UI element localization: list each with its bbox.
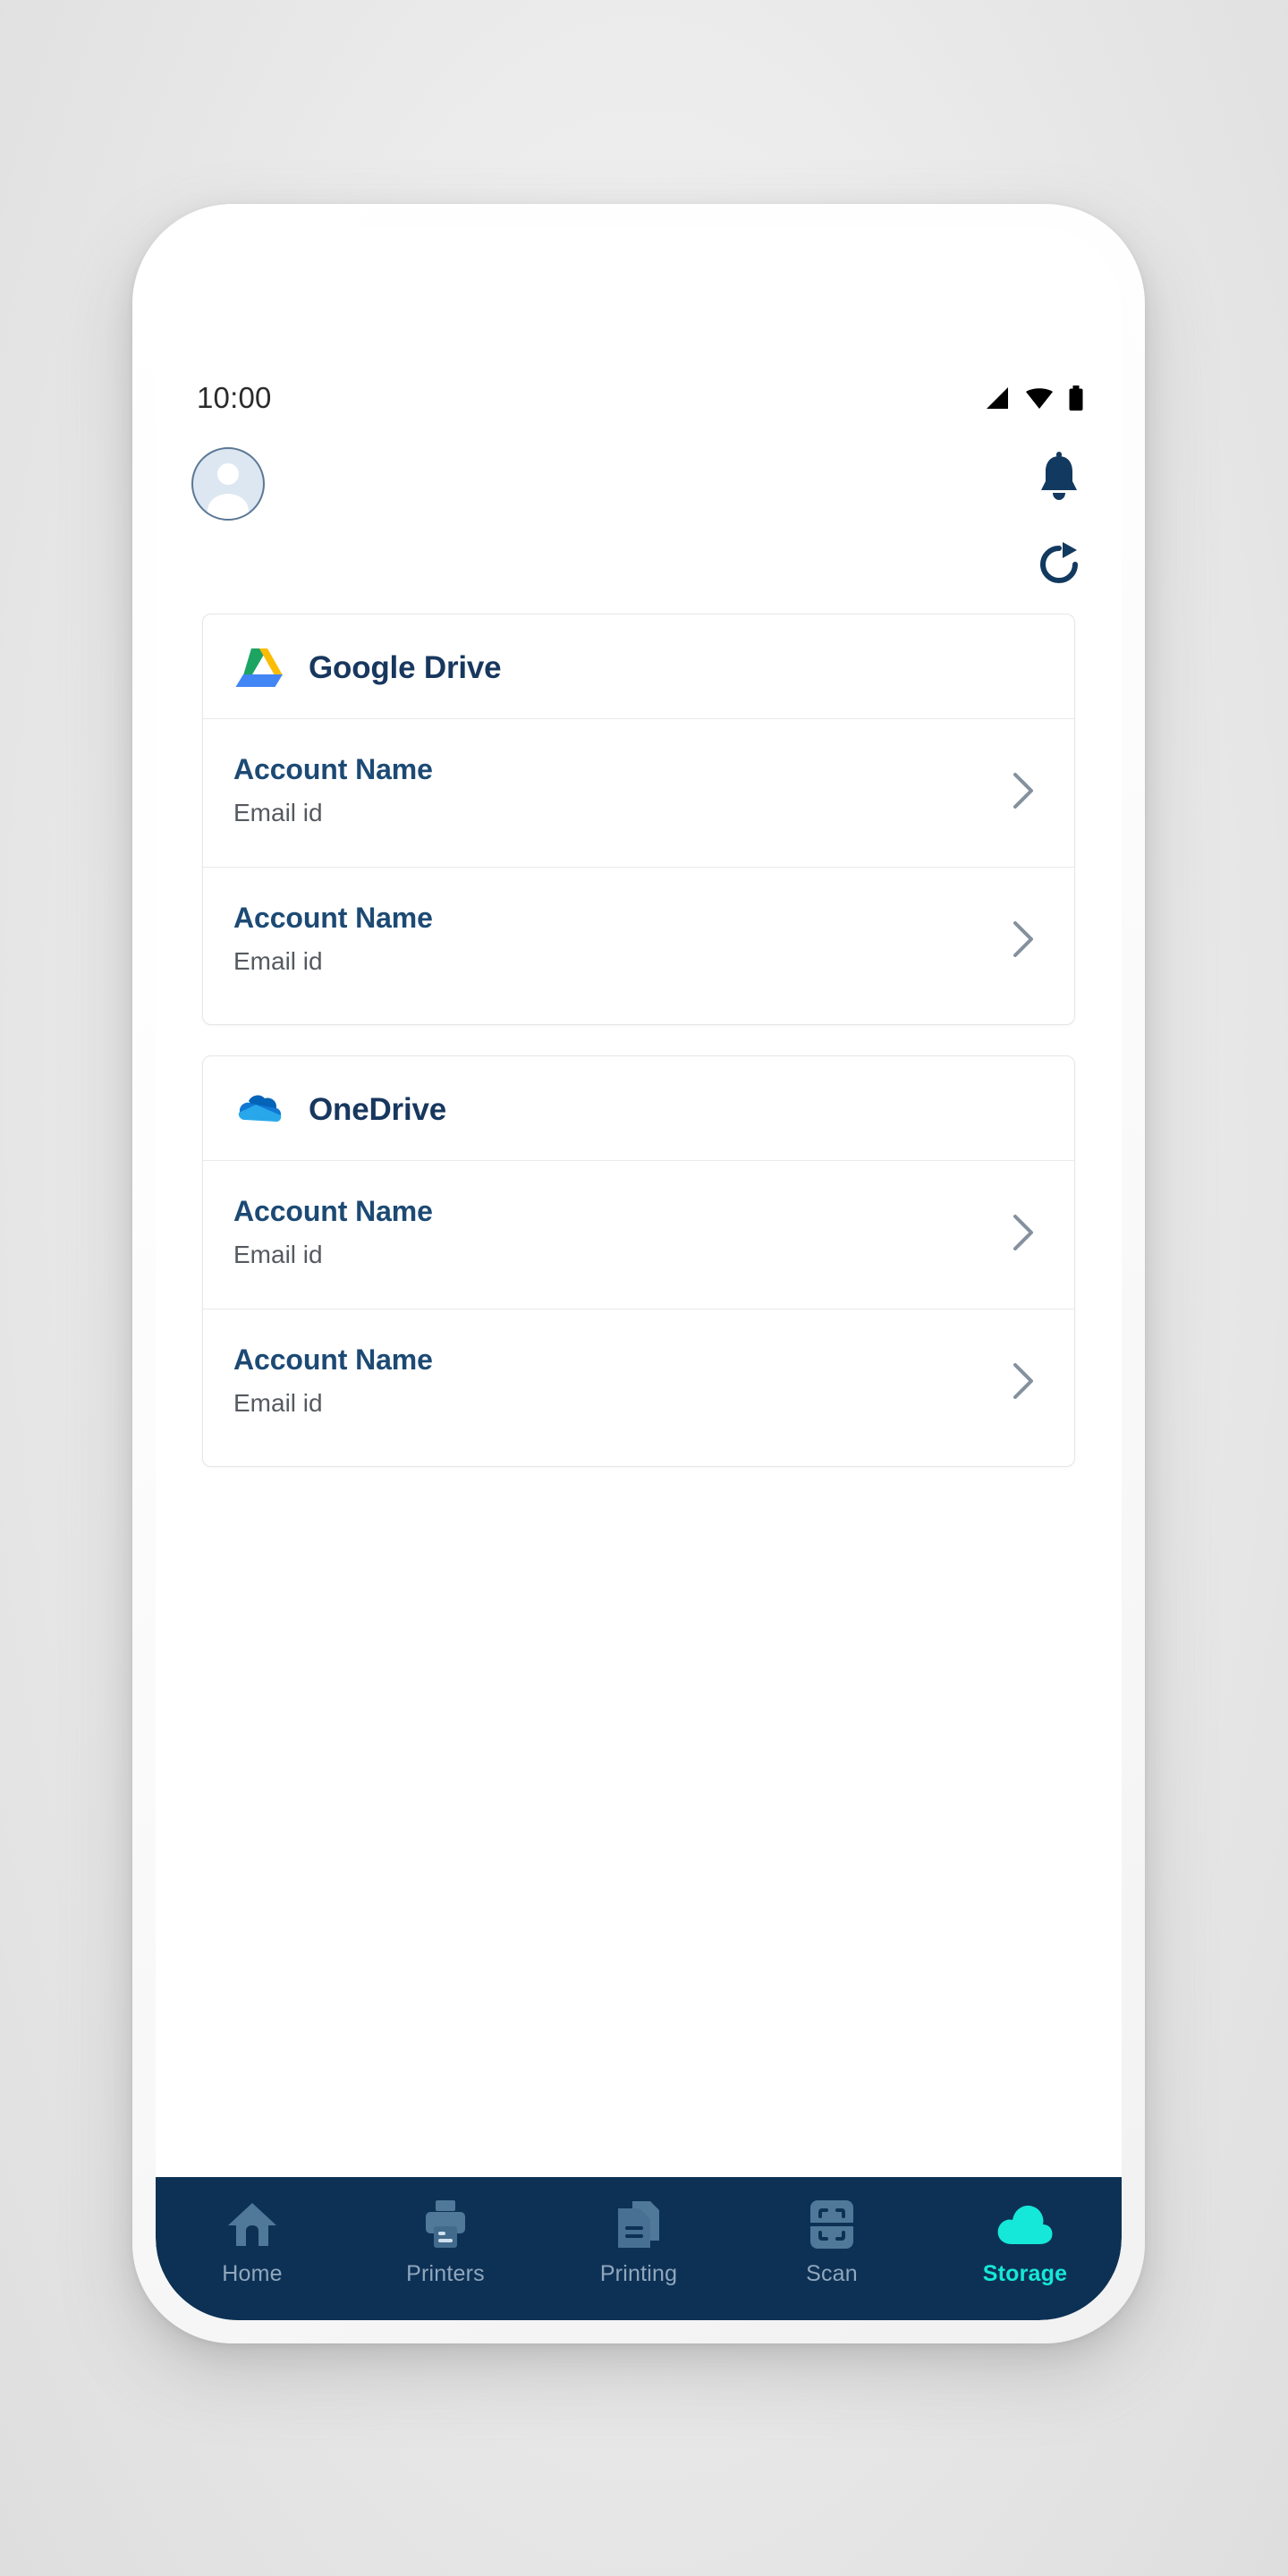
battery-icon [1069,386,1083,411]
account-email: Email id [233,947,323,975]
signal-icon [987,387,1008,409]
nav-item-printing[interactable]: Printing [555,2197,723,2287]
nav-label: Printing [599,2261,678,2286]
provider-name: OneDrive [309,1092,447,1127]
account-text-block: Account Name Email id [233,753,433,827]
onedrive-logo [233,1087,285,1133]
account-email: Email id [233,799,323,826]
account-text-block: Account Name Email id [233,902,433,976]
nav-item-storage[interactable]: Storage [941,2197,1109,2287]
status-icon-group [984,386,1084,411]
status-bar: 10:00 [156,369,1122,428]
account-text-block: Account Name Email id [233,1343,433,1418]
status-time: 10:00 [197,381,272,414]
refresh-icon [1040,542,1078,583]
scan-icon [809,2197,854,2252]
nav-item-scan[interactable]: Scan [748,2197,916,2287]
bottom-navigation: Home Printers Printing Scan Storage [156,2177,1122,2320]
refresh-button[interactable] [1036,540,1082,589]
provider-name: Google Drive [309,650,502,685]
notifications-button[interactable] [1034,451,1084,503]
phone-frame: 10:00 Google Drive Account Name Email id… [132,204,1145,2343]
wifi-icon [1026,388,1053,409]
account-email: Email id [233,1389,323,1417]
nav-item-printers[interactable]: Printers [361,2197,530,2287]
account-name: Account Name [233,753,433,785]
account-name: Account Name [233,1195,433,1227]
provider-card-onedrive: OneDrive Account Name Email id Account N… [202,1055,1075,1467]
account-text-block: Account Name Email id [233,1195,433,1269]
nav-label: Storage [982,2261,1068,2286]
google-drive-logo [233,645,285,691]
provider-card-google-drive: Google Drive Account Name Email id Accou… [202,614,1075,1025]
cloud-icon [996,2197,1055,2252]
account-row[interactable]: Account Name Email id [203,719,1074,868]
account-row[interactable]: Account Name Email id [203,868,1074,1024]
printer-icon [420,2197,470,2252]
chevron-right-icon [1013,1214,1033,1250]
account-email: Email id [233,1241,323,1268]
bell-icon [1041,452,1077,500]
chevron-right-icon [1013,1362,1033,1399]
account-name: Account Name [233,902,433,934]
account-row[interactable]: Account Name Email id [203,1161,1074,1309]
account-row[interactable]: Account Name Email id [203,1309,1074,1466]
chevron-right-icon [1013,920,1033,957]
chevron-right-icon [1013,772,1033,809]
nav-item-home[interactable]: Home [168,2197,336,2287]
avatar-body-shape [208,494,249,519]
nav-label: Scan [806,2261,858,2286]
provider-header: OneDrive [203,1056,1074,1161]
storage-accounts-list: Google Drive Account Name Email id Accou… [156,614,1122,2177]
phone-screen: 10:00 Google Drive Account Name Email id… [156,227,1122,2320]
avatar-head-shape [217,463,239,485]
avatar[interactable] [191,447,265,521]
nav-label: Home [222,2261,283,2286]
documents-icon [614,2197,663,2252]
app-header [156,435,1122,605]
nav-label: Printers [406,2261,485,2286]
home-icon [226,2197,278,2252]
account-name: Account Name [233,1343,433,1376]
provider-header: Google Drive [203,614,1074,719]
